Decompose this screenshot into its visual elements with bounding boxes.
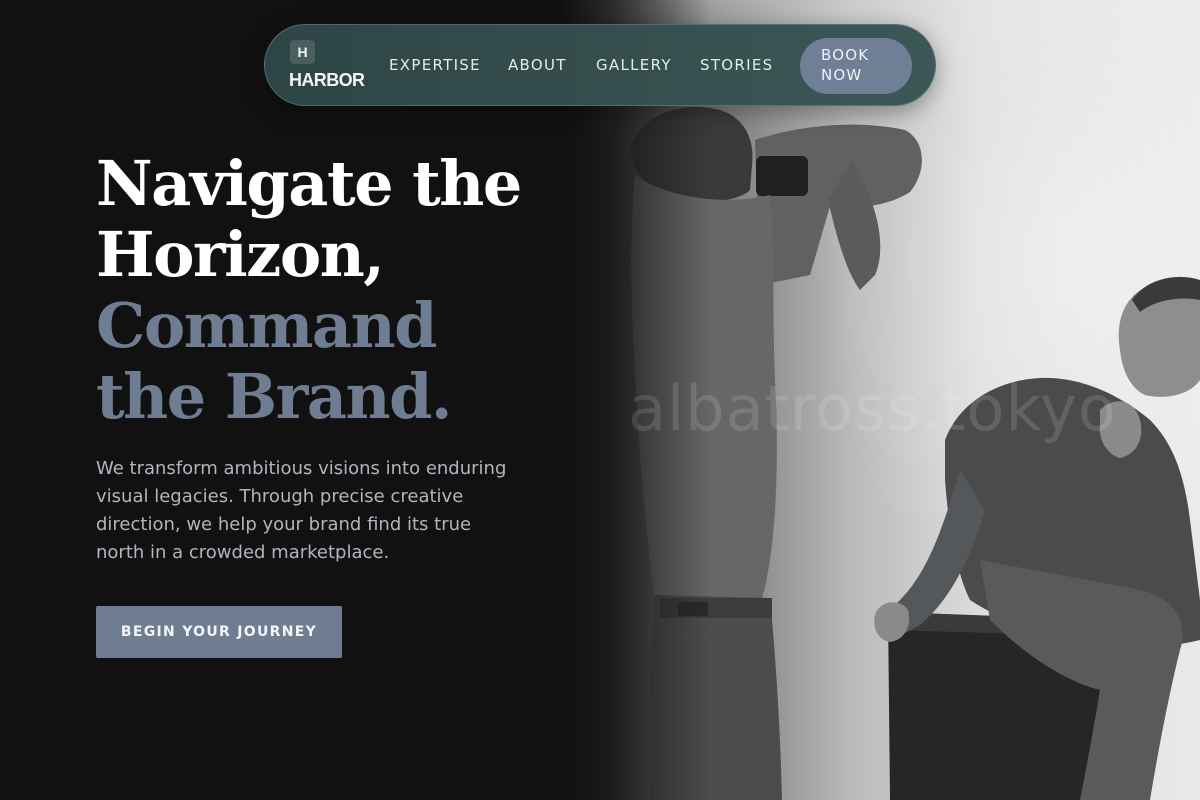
hero-description: We transform ambitious visions into endu… xyxy=(96,458,507,563)
nav-link-gallery[interactable]: GALLERY xyxy=(596,56,672,74)
begin-journey-button[interactable]: BEGIN YOUR JOURNEY xyxy=(96,606,342,658)
headline-line-2: Horizon, xyxy=(96,218,385,291)
nav-link-about[interactable]: ABOUT xyxy=(508,56,567,74)
headline-line-4: the Brand. xyxy=(96,360,453,433)
book-now-label-line1: BOOK xyxy=(821,46,870,64)
model-figure xyxy=(874,276,1200,800)
hero-headline: Navigate the Horizon, Command the Brand. xyxy=(96,147,522,433)
book-now-button[interactable]: BOOK NOW xyxy=(800,38,912,94)
nav-link-expertise[interactable]: EXPERTISE xyxy=(389,56,481,74)
headline-line-1: Navigate the xyxy=(96,147,522,220)
watermark-text: albatross.tokyo xyxy=(628,372,1117,445)
brand-logo[interactable]: H HARBOR xyxy=(289,39,369,95)
nav-link-stories[interactable]: STORIES xyxy=(700,56,773,74)
headline-line-3: Command xyxy=(96,289,438,362)
brand-name: HARBOR xyxy=(289,70,365,90)
brand-mark-icon: H xyxy=(290,40,315,64)
top-navigation: H HARBOR EXPERTISE ABOUT GALLERY STORIES… xyxy=(264,24,936,106)
hero-page: albatross.tokyo H HARBOR EXPERTISE ABOUT… xyxy=(0,0,1200,800)
book-now-label-line2: NOW xyxy=(821,66,863,84)
